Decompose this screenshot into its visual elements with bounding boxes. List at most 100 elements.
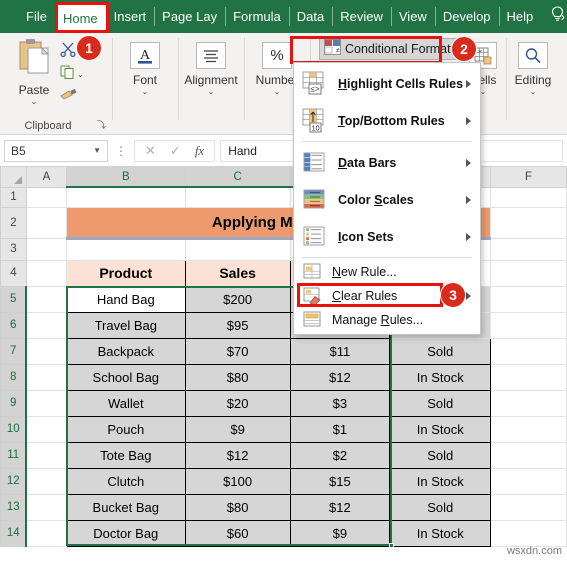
- row-header-5[interactable]: 5: [0, 285, 28, 313]
- cell-c6[interactable]: $95: [184, 311, 291, 339]
- cell-b14[interactable]: Doctor Bag: [65, 519, 186, 547]
- row-header-14[interactable]: 14: [0, 519, 28, 547]
- column-header-a[interactable]: A: [25, 167, 67, 188]
- row-header-8[interactable]: 8: [0, 363, 28, 391]
- cell-f14[interactable]: [490, 519, 567, 547]
- cell-b11[interactable]: Tote Bag: [65, 441, 186, 469]
- cell-b8[interactable]: School Bag: [65, 363, 186, 391]
- cell-b5[interactable]: Hand Bag: [65, 285, 186, 313]
- copy-button[interactable]: [60, 65, 75, 84]
- cell-c14[interactable]: $60: [184, 519, 291, 547]
- cell-a12[interactable]: [25, 467, 67, 495]
- row-header-11[interactable]: 11: [0, 441, 28, 469]
- tab-view[interactable]: View: [390, 0, 435, 33]
- editing-chevron-down-icon[interactable]: ⌄: [530, 88, 537, 96]
- column-header-f[interactable]: F: [490, 167, 567, 188]
- tab-insert[interactable]: Insert: [105, 0, 155, 33]
- cell-d11[interactable]: $2: [289, 441, 391, 469]
- cell-e14[interactable]: In Stock: [389, 519, 492, 547]
- cell-c8[interactable]: $80: [184, 363, 291, 391]
- editing-button[interactable]: Editing ⌄: [506, 36, 560, 96]
- cancel-icon[interactable]: ✕: [145, 143, 156, 159]
- cell-b10[interactable]: Pouch: [65, 415, 186, 443]
- cell-a3[interactable]: [25, 237, 67, 261]
- row-header-4[interactable]: 4: [0, 259, 27, 287]
- cell-a9[interactable]: [25, 389, 67, 417]
- clipboard-dialog-launcher[interactable]: ⤵: [97, 118, 106, 131]
- cell-e11[interactable]: Sold: [389, 441, 492, 469]
- cell-b1[interactable]: [65, 186, 186, 208]
- table-header-sales[interactable]: Sales: [184, 259, 291, 287]
- cell-f13[interactable]: [490, 493, 567, 521]
- row-header-3[interactable]: 3: [0, 237, 27, 261]
- tab-formulas[interactable]: Formula: [225, 0, 289, 33]
- selection-fill-handle[interactable]: [389, 543, 394, 548]
- cell-d9[interactable]: $3: [289, 389, 391, 417]
- cell-a6[interactable]: [25, 311, 67, 339]
- cell-c1[interactable]: [184, 186, 291, 208]
- cell-c11[interactable]: $12: [184, 441, 291, 469]
- number-chevron-down-icon[interactable]: ⌄: [274, 88, 281, 96]
- cell-f11[interactable]: [490, 441, 567, 469]
- cell-a4[interactable]: [25, 259, 67, 287]
- cell-a11[interactable]: [25, 441, 67, 469]
- table-header-product[interactable]: Product: [65, 259, 186, 287]
- cell-e9[interactable]: Sold: [389, 389, 492, 417]
- cell-b7[interactable]: Backpack: [65, 337, 186, 365]
- font-button[interactable]: A Font ⌄: [118, 36, 172, 96]
- tab-help[interactable]: Help: [498, 0, 542, 33]
- tab-review[interactable]: Review: [332, 0, 391, 33]
- tab-data[interactable]: Data: [288, 0, 332, 33]
- cell-c12[interactable]: $100: [184, 467, 291, 495]
- cell-b13[interactable]: Bucket Bag: [65, 493, 186, 521]
- menu-item-new-rule[interactable]: New Rule...: [294, 260, 480, 284]
- cell-a13[interactable]: [25, 493, 67, 521]
- cell-a1[interactable]: [25, 186, 67, 208]
- insert-function-icon[interactable]: fx: [195, 143, 204, 159]
- column-header-c[interactable]: C: [184, 167, 291, 188]
- cell-a8[interactable]: [25, 363, 67, 391]
- enter-icon[interactable]: ✓: [170, 143, 181, 159]
- paste-button[interactable]: Paste ⌄: [10, 38, 58, 106]
- select-all-corner[interactable]: [0, 167, 27, 188]
- alignment-button[interactable]: Alignment ⌄: [184, 36, 238, 96]
- cell-a5[interactable]: [25, 285, 67, 313]
- tab-file[interactable]: File: [18, 0, 55, 33]
- row-header-13[interactable]: 13: [0, 493, 28, 521]
- cell-a14[interactable]: [25, 519, 67, 547]
- paste-chevron-down-icon[interactable]: ⌄: [31, 97, 38, 106]
- tab-page-layout[interactable]: Page Lay: [154, 0, 225, 33]
- cell-f3[interactable]: [490, 237, 567, 261]
- cell-e10[interactable]: In Stock: [389, 415, 492, 443]
- cell-c13[interactable]: $80: [184, 493, 291, 521]
- cell-f10[interactable]: [490, 415, 567, 443]
- row-header-10[interactable]: 10: [0, 415, 28, 443]
- cell-b12[interactable]: Clutch: [65, 467, 186, 495]
- cell-e12[interactable]: In Stock: [389, 467, 492, 495]
- menu-item-top-bottom-rules[interactable]: 10 Top/Bottom Rules: [294, 102, 480, 139]
- cell-a2[interactable]: [25, 206, 67, 239]
- row-header-2[interactable]: 2: [0, 206, 27, 239]
- cell-e8[interactable]: In Stock: [389, 363, 492, 391]
- cell-c10[interactable]: $9: [184, 415, 291, 443]
- row-header-9[interactable]: 9: [0, 389, 28, 417]
- cell-f1[interactable]: [490, 186, 567, 208]
- tab-home[interactable]: Home: [54, 4, 106, 32]
- cell-f8[interactable]: [490, 363, 567, 391]
- font-chevron-down-icon[interactable]: ⌄: [142, 88, 149, 96]
- cell-f7[interactable]: [490, 337, 567, 365]
- cell-d14[interactable]: $9: [289, 519, 391, 547]
- menu-item-color-scales[interactable]: Color Scales: [294, 181, 480, 218]
- cell-d7[interactable]: $11: [289, 337, 391, 365]
- cell-e7[interactable]: Sold: [389, 337, 492, 365]
- menu-item-manage-rules[interactable]: Manage Rules...: [294, 308, 480, 332]
- row-header-12[interactable]: 12: [0, 467, 28, 495]
- row-header-1[interactable]: 1: [0, 186, 27, 208]
- row-header-6[interactable]: 6: [0, 311, 28, 339]
- cell-c7[interactable]: $70: [184, 337, 291, 365]
- cell-f4[interactable]: [490, 259, 567, 287]
- conditional-formatting-button[interactable]: ≠ Conditional Formatting ⌄: [319, 38, 483, 60]
- menu-item-icon-sets[interactable]: Icon Sets: [294, 218, 480, 255]
- cell-d12[interactable]: $15: [289, 467, 391, 495]
- tab-developer[interactable]: Develop: [434, 0, 499, 33]
